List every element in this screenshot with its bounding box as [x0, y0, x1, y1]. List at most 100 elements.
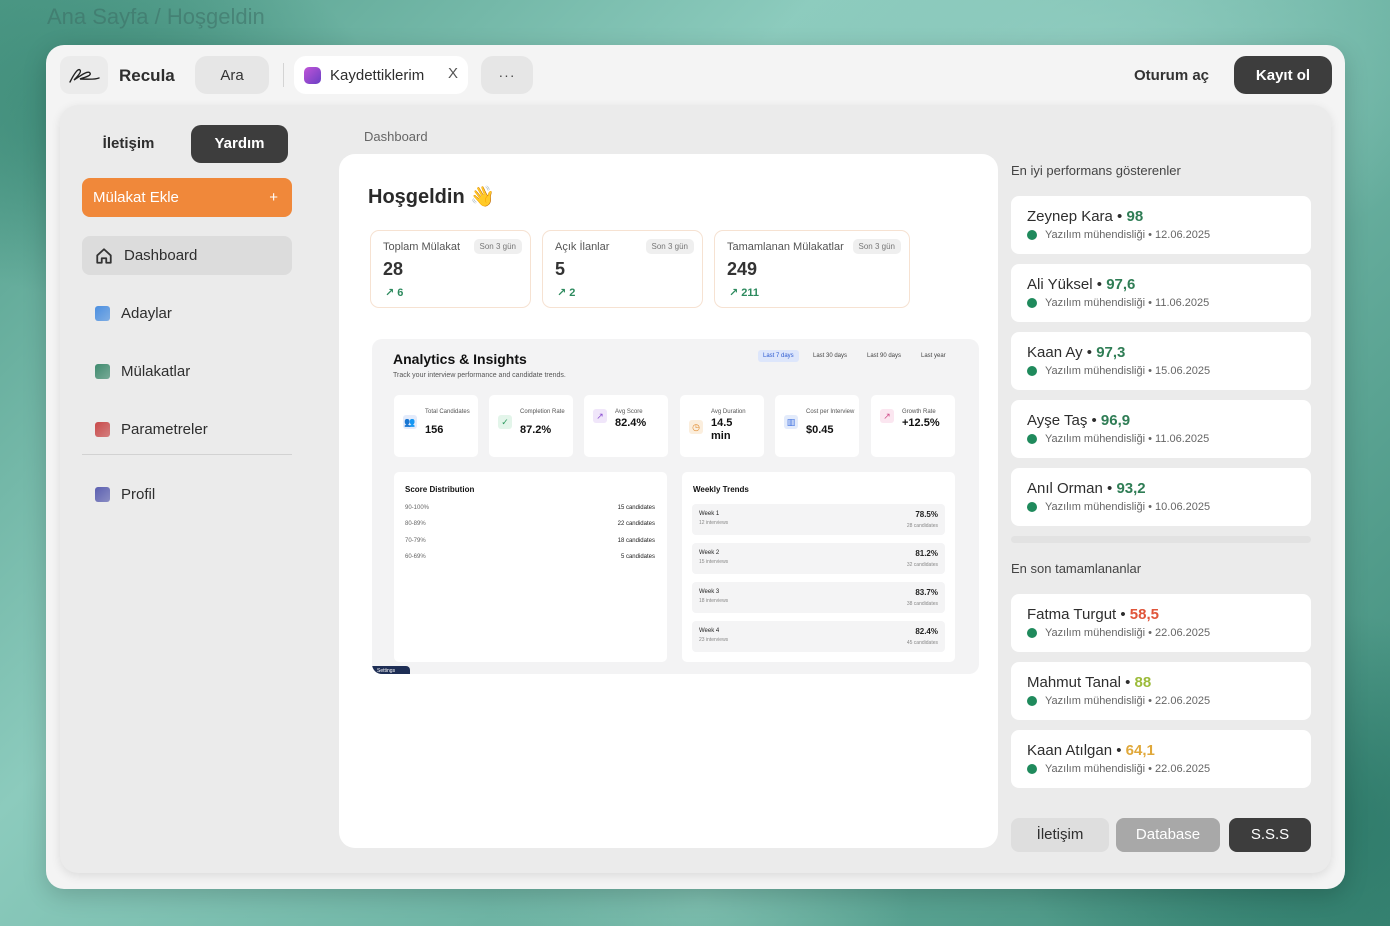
metric-growth-rate: ↗ Growth Rate +12.5%	[871, 395, 955, 457]
stat-total-interviews[interactable]: Toplam Mülakat Son 3 gün 28 ↗ 6	[370, 230, 531, 308]
add-interview-button[interactable]: Mülakat Ekle +	[82, 178, 292, 217]
stat-label: Toplam Mülakat	[383, 241, 461, 253]
candidate-card[interactable]: Mahmut Tanal • 88 Yazılım mühendisliği • …	[1011, 662, 1311, 720]
status-dot-icon	[1027, 764, 1037, 774]
app-window: Recula Ara Kaydettiklerim X ··· Oturum a…	[46, 45, 1345, 889]
candidate-date: 22.06.2025	[1155, 695, 1211, 707]
week-interviews: 12 interviews	[699, 520, 729, 526]
tab-saved[interactable]: Kaydettiklerim X	[294, 56, 468, 94]
analytics-subtitle: Track your interview performance and can…	[393, 372, 566, 379]
parameters-icon	[95, 422, 110, 437]
week-rate: 81.2%	[915, 549, 938, 558]
sidebar-item-parameters[interactable]: Parametreler	[82, 410, 292, 449]
week-rate: 82.4%	[915, 627, 938, 636]
footer-contact-button[interactable]: İletişim	[1011, 818, 1109, 852]
bullet-separator: •	[1116, 606, 1130, 623]
search-button[interactable]: Ara	[195, 56, 269, 94]
candidate-name: Mahmut Tanal	[1027, 674, 1121, 691]
register-button[interactable]: Kayıt ol	[1234, 56, 1332, 94]
page-breadcrumb: Ana Sayfa / Hoşgeldin	[47, 4, 265, 29]
range-7-days[interactable]: Last 7 days	[758, 350, 799, 362]
bullet-separator: •	[1082, 344, 1097, 361]
saved-icon	[304, 66, 321, 84]
candidate-score: 96,9	[1100, 412, 1131, 429]
score-count: 18 candidates	[617, 538, 655, 544]
metric-label: Avg Duration	[711, 409, 746, 415]
bullet-separator: •	[1087, 412, 1101, 429]
period-badge: Son 3 gün	[645, 239, 694, 254]
settings-tag[interactable]: Settings	[372, 666, 410, 674]
footer-faq-button[interactable]: S.S.S	[1229, 818, 1311, 852]
sidebar-tab-help[interactable]: Yardım	[191, 125, 288, 163]
candidate-score: 88	[1134, 674, 1152, 691]
sidebar-item-candidates[interactable]: Adaylar	[82, 294, 292, 333]
metric-total-candidates: 👥 Total Candidates 156	[394, 395, 478, 457]
stat-open-listings[interactable]: Açık İlanlar Son 3 gün 5 ↗ 2	[542, 230, 703, 308]
bar-chart-icon: ▥	[784, 415, 798, 429]
metric-value: 87.2%	[520, 424, 552, 436]
score-count: 22 candidates	[617, 521, 655, 527]
candidate-card[interactable]: Fatma Turgut • 58,5 Yazılım mühendisliği …	[1011, 594, 1311, 652]
candidate-card[interactable]: Ali Yüksel • 97,6 Yazılım mühendisliği • …	[1011, 264, 1311, 322]
sidebar-item-interviews[interactable]: Mülakatlar	[82, 352, 292, 391]
range-last-year[interactable]: Last year	[916, 350, 951, 362]
sidebar-item-label: Dashboard	[124, 247, 198, 264]
close-icon[interactable]: X	[448, 65, 458, 82]
login-link[interactable]: Oturum aç	[1134, 67, 1209, 84]
brand-name: Recula	[119, 66, 175, 85]
metric-cost-per-interview: ▥ Cost per Interview $0.45	[775, 395, 859, 457]
score-range: 70-79%	[405, 538, 426, 544]
candidate-card[interactable]: Kaan Atılgan • 64,1 Yazılım mühendisliği …	[1011, 730, 1311, 788]
footer-database-button[interactable]: Database	[1116, 818, 1220, 852]
stat-delta: ↗ 2	[557, 287, 576, 299]
candidate-card[interactable]: Ayşe Taş • 96,9 Yazılım mühendisliği • 11…	[1011, 400, 1311, 458]
breadcrumb: Dashboard	[364, 129, 428, 144]
content-panel: İletişim Yardım Mülakat Ekle + Dashboard…	[60, 105, 1331, 873]
page-title: Hoşgeldin 👋	[368, 184, 495, 209]
candidate-date: 22.06.2025	[1155, 763, 1211, 775]
candidate-role: Yazılım mühendisliği	[1045, 433, 1146, 445]
candidate-name: Kaan Ay	[1027, 344, 1083, 361]
stat-delta: ↗ 211	[729, 287, 760, 299]
home-icon	[96, 247, 112, 264]
range-90-days[interactable]: Last 90 days	[862, 350, 906, 362]
sidebar-item-label: Parametreler	[121, 421, 208, 438]
range-30-days[interactable]: Last 30 days	[808, 350, 852, 362]
candidate-name: Zeynep Kara	[1027, 208, 1113, 225]
sidebar-tab-contact[interactable]: İletişim	[80, 125, 177, 163]
candidate-name: Kaan Atılgan	[1027, 742, 1113, 759]
status-dot-icon	[1027, 298, 1037, 308]
analytics-title: Analytics & Insights	[393, 351, 527, 367]
candidate-meta: Yazılım mühendisliği • 12.06.2025	[1027, 229, 1210, 241]
plus-icon: +	[269, 189, 278, 206]
sidebar-item-label: Mülakatlar	[121, 363, 191, 380]
topbar-divider	[283, 63, 284, 87]
candidate-card[interactable]: Kaan Ay • 97,3 Yazılım mühendisliği • 15.…	[1011, 332, 1311, 390]
stat-completed-interviews[interactable]: Tamamlanan Mülakatlar Son 3 gün 249 ↗ 21…	[714, 230, 910, 308]
candidate-line: Ayşe Taş • 96,9	[1027, 412, 1130, 429]
logo[interactable]	[60, 56, 108, 94]
candidate-card[interactable]: Anıl Orman • 93,2 Yazılım mühendisliği • …	[1011, 468, 1311, 526]
metric-value: 14.5 min	[711, 417, 733, 442]
candidate-line: Kaan Atılgan • 64,1	[1027, 742, 1155, 759]
wave-icon: 👋	[470, 186, 496, 208]
candidate-line: Ali Yüksel • 97,6	[1027, 276, 1135, 293]
candidates-icon	[95, 306, 110, 321]
status-dot-icon	[1027, 434, 1037, 444]
candidate-meta: Yazılım mühendisliği • 22.06.2025	[1027, 627, 1210, 639]
candidate-date: 15.06.2025	[1155, 365, 1211, 377]
stat-value: 249	[727, 259, 758, 279]
week-rate: 83.7%	[915, 588, 938, 597]
profile-icon	[95, 487, 110, 502]
bullet-separator: •	[1145, 297, 1156, 309]
sidebar-item-dashboard[interactable]: Dashboard	[82, 236, 292, 275]
stat-label: Açık İlanlar	[555, 241, 610, 253]
more-button[interactable]: ···	[481, 56, 533, 94]
candidate-score: 97,6	[1106, 276, 1136, 293]
period-badge: Son 3 gün	[852, 239, 901, 254]
sidebar-item-profile[interactable]: Profil	[82, 475, 292, 514]
candidate-card[interactable]: Zeynep Kara • 98 Yazılım mühendisliği • 1…	[1011, 196, 1311, 254]
metric-avg-duration: ◷ Avg Duration 14.5 min	[680, 395, 764, 457]
bullet-separator: •	[1112, 208, 1127, 225]
bullet-separator: •	[1102, 480, 1117, 497]
